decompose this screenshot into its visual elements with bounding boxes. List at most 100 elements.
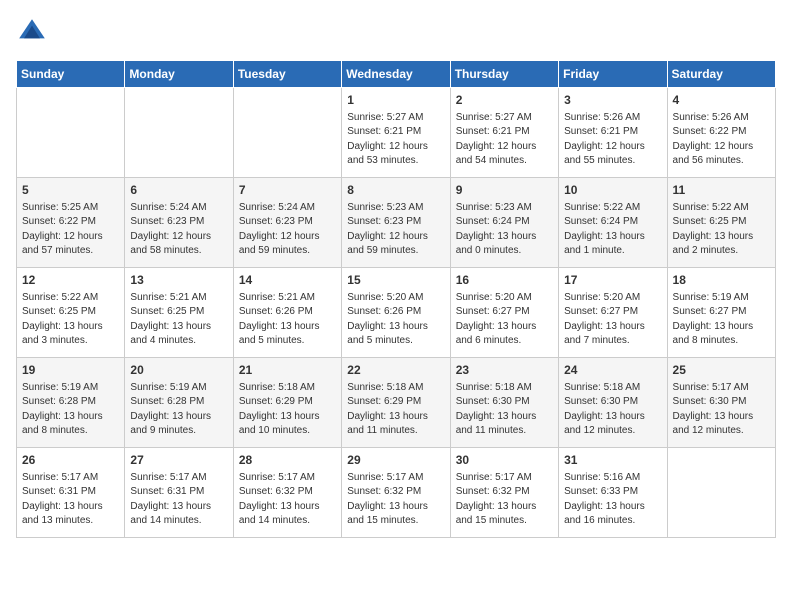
day-info: Sunrise: 5:19 AM Sunset: 6:28 PM Dayligh… — [130, 381, 227, 439]
calendar-day-cell: 4 Sunrise: 5:26 AM Sunset: 6:22 PM Daylig… — [667, 88, 775, 178]
day-number: 16 — [456, 272, 553, 289]
calendar-day-cell: 28 Sunrise: 5:17 AM Sunset: 6:32 PM Dayli… — [233, 448, 341, 538]
day-info: Sunrise: 5:27 AM Sunset: 6:21 PM Dayligh… — [347, 111, 444, 169]
day-number: 4 — [673, 92, 770, 109]
day-number: 11 — [673, 182, 770, 199]
calendar-day-cell: 31Sunrise: 5:16 AM Sunset: 6:33 PM Dayli… — [559, 448, 667, 538]
day-info: Sunrise: 5:17 AM Sunset: 6:32 PM Dayligh… — [347, 471, 444, 529]
day-number: 17 — [564, 272, 661, 289]
day-number: 28 — [239, 452, 336, 469]
day-info: Sunrise: 5:22 AM Sunset: 6:25 PM Dayligh… — [673, 201, 770, 259]
calendar-day-cell: 26 Sunrise: 5:17 AM Sunset: 6:31 PM Dayli… — [17, 448, 125, 538]
weekday-header: Wednesday — [342, 61, 450, 88]
calendar-day-cell: 6Sunrise: 5:24 AM Sunset: 6:23 PM Daylig… — [125, 178, 233, 268]
calendar-week-row: 19 Sunrise: 5:19 AM Sunset: 6:28 PM Dayli… — [17, 358, 776, 448]
day-number: 18 — [673, 272, 770, 289]
day-info: Sunrise: 5:19 AM Sunset: 6:27 PM Dayligh… — [673, 291, 770, 349]
day-number: 8 — [347, 182, 444, 199]
weekday-header: Saturday — [667, 61, 775, 88]
calendar-day-cell: 20 Sunrise: 5:19 AM Sunset: 6:28 PM Dayli… — [125, 358, 233, 448]
calendar-day-cell: 11 Sunrise: 5:22 AM Sunset: 6:25 PM Dayli… — [667, 178, 775, 268]
calendar-week-row: 26 Sunrise: 5:17 AM Sunset: 6:31 PM Dayli… — [17, 448, 776, 538]
day-number: 9 — [456, 182, 553, 199]
day-info: Sunrise: 5:19 AM Sunset: 6:28 PM Dayligh… — [22, 381, 119, 439]
day-number: 25 — [673, 362, 770, 379]
calendar-day-cell — [667, 448, 775, 538]
calendar-day-cell: 25 Sunrise: 5:17 AM Sunset: 6:30 PM Dayli… — [667, 358, 775, 448]
calendar-day-cell: 9 Sunrise: 5:23 AM Sunset: 6:24 PM Daylig… — [450, 178, 558, 268]
calendar-day-cell: 24Sunrise: 5:18 AM Sunset: 6:30 PM Dayli… — [559, 358, 667, 448]
calendar-day-cell: 8 Sunrise: 5:23 AM Sunset: 6:23 PM Daylig… — [342, 178, 450, 268]
calendar-day-cell: 5 Sunrise: 5:25 AM Sunset: 6:22 PM Daylig… — [17, 178, 125, 268]
day-info: Sunrise: 5:17 AM Sunset: 6:31 PM Dayligh… — [22, 471, 119, 529]
day-number: 30 — [456, 452, 553, 469]
calendar-day-cell — [17, 88, 125, 178]
day-number: 21 — [239, 362, 336, 379]
weekday-header-row: SundayMondayTuesdayWednesdayThursdayFrid… — [17, 61, 776, 88]
day-number: 27 — [130, 452, 227, 469]
calendar-day-cell: 30 Sunrise: 5:17 AM Sunset: 6:32 PM Dayli… — [450, 448, 558, 538]
day-number: 20 — [130, 362, 227, 379]
day-number: 22 — [347, 362, 444, 379]
day-info: Sunrise: 5:26 AM Sunset: 6:21 PM Dayligh… — [564, 111, 661, 169]
logo — [16, 16, 54, 48]
day-number: 15 — [347, 272, 444, 289]
weekday-header: Tuesday — [233, 61, 341, 88]
calendar-week-row: 12 Sunrise: 5:22 AM Sunset: 6:25 PM Dayli… — [17, 268, 776, 358]
calendar-day-cell: 14 Sunrise: 5:21 AM Sunset: 6:26 PM Dayli… — [233, 268, 341, 358]
calendar-week-row: 1Sunrise: 5:27 AM Sunset: 6:21 PM Daylig… — [17, 88, 776, 178]
day-number: 19 — [22, 362, 119, 379]
calendar-day-cell: 21 Sunrise: 5:18 AM Sunset: 6:29 PM Dayli… — [233, 358, 341, 448]
day-info: Sunrise: 5:26 AM Sunset: 6:22 PM Dayligh… — [673, 111, 770, 169]
weekday-header: Friday — [559, 61, 667, 88]
day-info: Sunrise: 5:22 AM Sunset: 6:25 PM Dayligh… — [22, 291, 119, 349]
day-info: Sunrise: 5:18 AM Sunset: 6:30 PM Dayligh… — [456, 381, 553, 439]
day-info: Sunrise: 5:20 AM Sunset: 6:26 PM Dayligh… — [347, 291, 444, 349]
day-number: 2 — [456, 92, 553, 109]
day-info: Sunrise: 5:21 AM Sunset: 6:25 PM Dayligh… — [130, 291, 227, 349]
day-number: 23 — [456, 362, 553, 379]
day-number: 29 — [347, 452, 444, 469]
day-number: 14 — [239, 272, 336, 289]
calendar-day-cell: 3 Sunrise: 5:26 AM Sunset: 6:21 PM Daylig… — [559, 88, 667, 178]
day-info: Sunrise: 5:20 AM Sunset: 6:27 PM Dayligh… — [564, 291, 661, 349]
calendar-body: 1Sunrise: 5:27 AM Sunset: 6:21 PM Daylig… — [17, 88, 776, 538]
day-info: Sunrise: 5:18 AM Sunset: 6:29 PM Dayligh… — [347, 381, 444, 439]
calendar-day-cell: 15 Sunrise: 5:20 AM Sunset: 6:26 PM Dayli… — [342, 268, 450, 358]
calendar-day-cell: 23 Sunrise: 5:18 AM Sunset: 6:30 PM Dayli… — [450, 358, 558, 448]
day-number: 10 — [564, 182, 661, 199]
day-info: Sunrise: 5:23 AM Sunset: 6:24 PM Dayligh… — [456, 201, 553, 259]
day-number: 6 — [130, 182, 227, 199]
weekday-header: Sunday — [17, 61, 125, 88]
day-info: Sunrise: 5:24 AM Sunset: 6:23 PM Dayligh… — [239, 201, 336, 259]
day-number: 5 — [22, 182, 119, 199]
day-info: Sunrise: 5:17 AM Sunset: 6:32 PM Dayligh… — [239, 471, 336, 529]
calendar-week-row: 5 Sunrise: 5:25 AM Sunset: 6:22 PM Daylig… — [17, 178, 776, 268]
calendar-table: SundayMondayTuesdayWednesdayThursdayFrid… — [16, 60, 776, 538]
day-info: Sunrise: 5:17 AM Sunset: 6:32 PM Dayligh… — [456, 471, 553, 529]
calendar-header: SundayMondayTuesdayWednesdayThursdayFrid… — [17, 61, 776, 88]
calendar-day-cell: 16 Sunrise: 5:20 AM Sunset: 6:27 PM Dayli… — [450, 268, 558, 358]
weekday-header: Monday — [125, 61, 233, 88]
day-info: Sunrise: 5:25 AM Sunset: 6:22 PM Dayligh… — [22, 201, 119, 259]
calendar-day-cell — [125, 88, 233, 178]
day-info: Sunrise: 5:17 AM Sunset: 6:30 PM Dayligh… — [673, 381, 770, 439]
day-number: 24 — [564, 362, 661, 379]
day-number: 7 — [239, 182, 336, 199]
calendar-day-cell: 18 Sunrise: 5:19 AM Sunset: 6:27 PM Dayli… — [667, 268, 775, 358]
calendar-day-cell: 29 Sunrise: 5:17 AM Sunset: 6:32 PM Dayli… — [342, 448, 450, 538]
calendar-day-cell: 22 Sunrise: 5:18 AM Sunset: 6:29 PM Dayli… — [342, 358, 450, 448]
day-info: Sunrise: 5:18 AM Sunset: 6:29 PM Dayligh… — [239, 381, 336, 439]
day-number: 3 — [564, 92, 661, 109]
calendar-day-cell: 2Sunrise: 5:27 AM Sunset: 6:21 PM Daylig… — [450, 88, 558, 178]
logo-icon — [16, 16, 48, 48]
calendar-day-cell: 27 Sunrise: 5:17 AM Sunset: 6:31 PM Dayli… — [125, 448, 233, 538]
day-info: Sunrise: 5:21 AM Sunset: 6:26 PM Dayligh… — [239, 291, 336, 349]
calendar-day-cell: 19 Sunrise: 5:19 AM Sunset: 6:28 PM Dayli… — [17, 358, 125, 448]
day-info: Sunrise: 5:23 AM Sunset: 6:23 PM Dayligh… — [347, 201, 444, 259]
calendar-day-cell: 13Sunrise: 5:21 AM Sunset: 6:25 PM Dayli… — [125, 268, 233, 358]
day-number: 26 — [22, 452, 119, 469]
day-info: Sunrise: 5:20 AM Sunset: 6:27 PM Dayligh… — [456, 291, 553, 349]
day-number: 12 — [22, 272, 119, 289]
day-info: Sunrise: 5:17 AM Sunset: 6:31 PM Dayligh… — [130, 471, 227, 529]
